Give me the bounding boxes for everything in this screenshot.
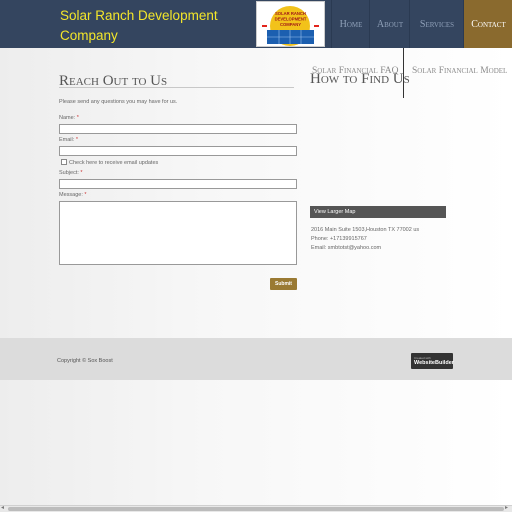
required-marker: * [80,170,83,176]
name-label-text: Name: [59,115,76,121]
message-label: Message: * [59,192,87,198]
nav-services-label: Services [419,18,455,30]
nav-home[interactable]: Home [331,0,370,48]
location-title: How to Find Us [310,71,410,87]
email-updates-label: Check here to receive email updates [69,160,159,166]
nav-about[interactable]: About [369,0,410,48]
website-builder-badge-name: WebsiteBuilder [414,360,454,366]
message-label-text: Message: [59,192,83,198]
required-marker: * [84,192,87,198]
site-brand-title[interactable]: Solar Ranch Development Company [60,6,250,46]
address-text: 2016 Main Suite 1503,Houston TX 77002 us [311,227,420,233]
scroll-right-arrow-icon[interactable]: ▸ [505,505,508,512]
email-label: Email: * [59,137,78,143]
logo-text-line-3: COMPANY [280,22,301,27]
horizontal-scrollbar-thumb[interactable] [8,507,504,511]
email-text: Email: smbtotst@yahoo.com [311,245,382,251]
required-marker: * [75,137,78,143]
message-textarea[interactable] [59,201,297,265]
phone-text: Phone: +17139915767 [311,236,367,242]
subject-input[interactable] [59,179,297,189]
email-updates-checkbox[interactable] [61,159,67,165]
submit-button[interactable]: Submit [270,278,297,290]
nav-contact-label: Contact [471,18,506,30]
company-logo[interactable]: SOLAR RANCH DEVELOPMENT COMPANY [256,1,325,47]
contact-title-rule [59,87,294,88]
subject-label: Subject: * [59,170,83,176]
logo-text-line-2: DEVELOPMENT [275,17,307,22]
required-marker: * [76,115,79,121]
subject-label-text: Subject: [59,170,79,176]
email-label-text: Email: [59,137,75,143]
copyright-text: Copyright © Sox Boost [57,358,113,364]
nav-services[interactable]: Services [409,0,464,48]
email-input[interactable] [59,146,297,156]
nav-home-label: Home [339,18,363,30]
name-input[interactable] [59,124,297,134]
nav-about-label: About [376,18,404,30]
submenu-solar-financial-model[interactable]: Solar Financial Model [412,66,507,76]
scroll-left-arrow-icon[interactable]: ◂ [1,505,4,512]
view-larger-map-button[interactable]: View Larger Map [310,206,446,218]
nav-contact[interactable]: Contact [463,0,512,48]
contact-intro: Please send any questions you may have f… [59,99,178,105]
logo-text-line-1: SOLAR RANCH [275,11,306,16]
name-label: Name: * [59,115,79,121]
